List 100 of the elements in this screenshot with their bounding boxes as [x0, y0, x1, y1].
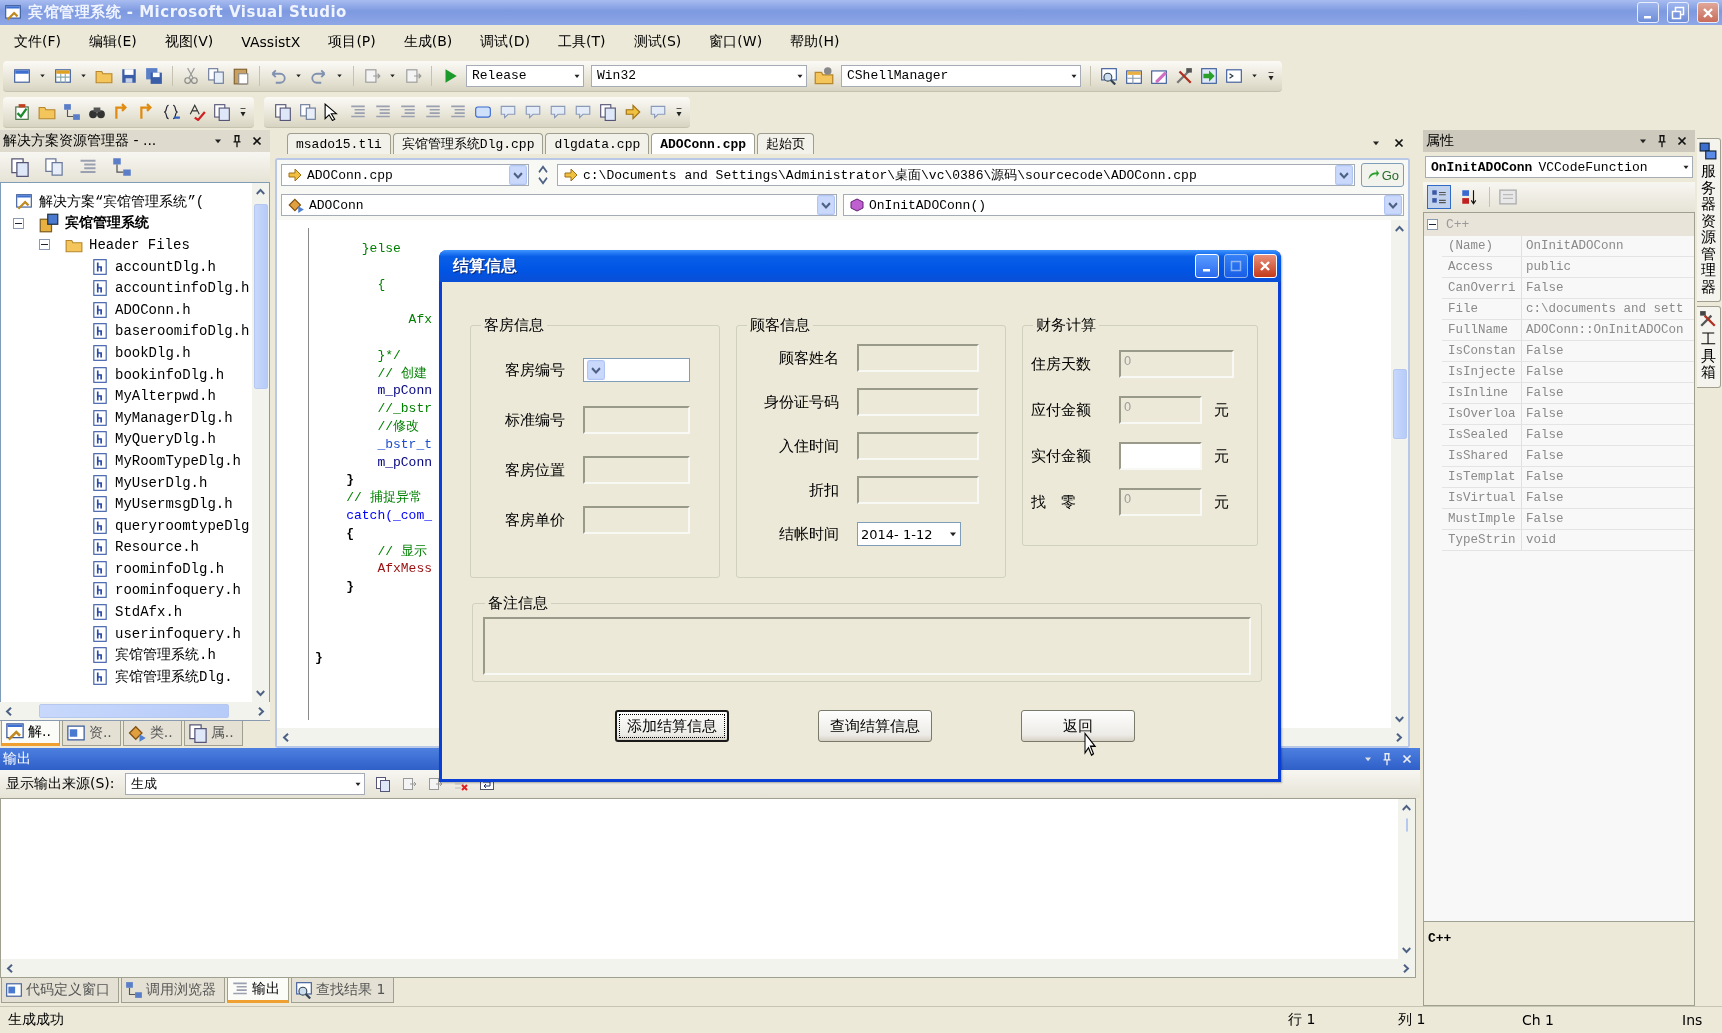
- panel-tab[interactable]: 类..: [122, 721, 182, 746]
- magnifier-window-icon[interactable]: [1100, 66, 1118, 85]
- tools-icon[interactable]: [1175, 66, 1193, 85]
- tree-item[interactable]: MyUsermsgDlg.h: [115, 496, 233, 513]
- tree-item[interactable]: bookinfoDlg.h: [115, 366, 225, 383]
- save-icon[interactable]: [120, 66, 138, 85]
- save-all-icon[interactable]: [145, 66, 163, 85]
- tree-item[interactable]: 宾馆管理系统: [65, 214, 149, 233]
- platform-dropdown[interactable]: Win32: [591, 64, 807, 87]
- tree-item[interactable]: MyQueryDlg.h: [115, 431, 216, 448]
- input-field[interactable]: [1118, 442, 1202, 470]
- menu-item[interactable]: 调试(D): [470, 29, 541, 54]
- caret-icon[interactable]: [79, 71, 88, 80]
- arrow-icon[interactable]: [1200, 66, 1218, 85]
- scrollbar-thumb[interactable]: [1392, 369, 1407, 439]
- tree-item[interactable]: MyUserDlg.h: [115, 474, 208, 491]
- panel-tab[interactable]: 查找结果 1: [291, 978, 395, 1003]
- object-dropdown[interactable]: OnInitADOConn VCCodeFunction: [1425, 156, 1693, 178]
- tree-item[interactable]: bookDlg.h: [115, 344, 191, 361]
- tree-item[interactable]: queryroomtypeDlg: [115, 517, 250, 534]
- dropdown[interactable]: [583, 358, 690, 382]
- menu-item[interactable]: 生成(B): [393, 29, 463, 54]
- scrollbar[interactable]: [1391, 220, 1408, 728]
- arrow-icon[interactable]: [287, 167, 303, 183]
- page-arrow-icon[interactable]: [426, 776, 443, 792]
- panel-tab[interactable]: 解..: [1, 721, 60, 746]
- collapse-icon[interactable]: [1427, 219, 1438, 230]
- class-dropdown[interactable]: ADOConn: [281, 194, 837, 216]
- tree-item[interactable]: Header Files: [89, 237, 190, 253]
- clipboard-icon[interactable]: [232, 66, 250, 85]
- collapse-icon[interactable]: [13, 217, 24, 229]
- tree-item[interactable]: roominfoDlg.h: [115, 560, 225, 577]
- tree-item[interactable]: Resource.h: [115, 539, 199, 556]
- tree-item[interactable]: accountinfoDlg.h: [115, 280, 250, 297]
- member-dropdown[interactable]: OnInitADOConn(): [843, 194, 1404, 216]
- close-icon[interactable]: [1675, 134, 1689, 148]
- arrow-icon[interactable]: [563, 167, 579, 183]
- close-icon[interactable]: [1392, 136, 1406, 150]
- copy-icon[interactable]: [44, 157, 64, 177]
- menu-item[interactable]: 帮助(H): [780, 29, 850, 54]
- network-icon[interactable]: [63, 102, 81, 121]
- tree-item[interactable]: MyManagerDlg.h: [115, 409, 233, 426]
- panel-tab[interactable]: 代码定义窗口: [1, 978, 119, 1003]
- tree-item[interactable]: baseroomifoDlg.h: [115, 323, 250, 340]
- file-dropdown[interactable]: ADOConn.cpp: [281, 164, 529, 186]
- dropdown-arrow-icon[interactable]: [1334, 165, 1353, 185]
- go-button[interactable]: Go: [1360, 163, 1404, 187]
- window-icon[interactable]: [1225, 66, 1243, 85]
- tree-item[interactable]: StdAfx.h: [115, 604, 183, 621]
- tree-item[interactable]: userinfoquery.h: [115, 625, 242, 642]
- copy-icon[interactable]: [207, 66, 225, 85]
- tree-item[interactable]: MyRoomTypeDlg.h: [115, 452, 242, 469]
- class-icon[interactable]: [287, 196, 305, 214]
- dialog-button[interactable]: 添加结算信息: [615, 710, 729, 742]
- scrollbar-thumb[interactable]: [253, 204, 268, 389]
- scrollbar[interactable]: [0, 702, 270, 720]
- scrollbar[interactable]: [1398, 799, 1415, 959]
- menu-item[interactable]: 视图(V): [154, 29, 224, 54]
- tree-item[interactable]: ADOConn.h: [115, 301, 191, 318]
- menu-item[interactable]: 文件(F): [4, 29, 71, 54]
- pages-icon[interactable]: [599, 102, 617, 121]
- path-dropdown[interactable]: c:\Documents and Settings\Administrator\桌面\vc\0386\源码\sourcecode\ADOConn.cpp: [557, 164, 1355, 186]
- close-icon[interactable]: [250, 134, 264, 148]
- tree-item[interactable]: 宾馆管理系统Dlg.: [115, 667, 233, 686]
- tree-item[interactable]: 解决方案“宾馆管理系统”(: [39, 192, 205, 211]
- pages-icon[interactable]: [374, 776, 391, 792]
- menu-item[interactable]: 编辑(E): [79, 29, 147, 54]
- tools-icon[interactable]: [1699, 310, 1717, 328]
- pages-icon[interactable]: [10, 157, 30, 177]
- tree-item[interactable]: 宾馆管理系统.h: [115, 646, 216, 665]
- dialog-button[interactable]: 返回: [1021, 710, 1135, 742]
- scissors-icon[interactable]: [182, 66, 200, 85]
- window-icon[interactable]: [13, 66, 31, 85]
- panel-tab[interactable]: 输出: [227, 978, 289, 1003]
- network-icon[interactable]: [112, 157, 132, 177]
- side-tab[interactable]: 工具箱: [1696, 306, 1721, 388]
- caret-icon[interactable]: [38, 71, 47, 80]
- panel-tab[interactable]: 资..: [61, 721, 121, 746]
- source-dropdown[interactable]: 生成: [124, 773, 365, 795]
- arrow-icon[interactable]: [624, 102, 642, 121]
- scrollbar[interactable]: [252, 183, 269, 702]
- class-dropdown[interactable]: CShellManager: [841, 64, 1081, 87]
- braces-icon[interactable]: [163, 102, 181, 121]
- tree-item[interactable]: roominfoquery.h: [115, 582, 242, 599]
- menu-item[interactable]: 测试(S): [623, 29, 692, 54]
- scrollbar-thumb[interactable]: [1405, 818, 1408, 832]
- menu-item[interactable]: 项目(P): [318, 29, 386, 54]
- panel-tab[interactable]: 调用浏览器: [121, 978, 225, 1003]
- pages-icon[interactable]: [213, 102, 231, 121]
- document-tab[interactable]: 宾馆管理系统Dlg.cpp: [392, 133, 544, 154]
- panel-tab[interactable]: 属..: [183, 721, 243, 746]
- side-tab[interactable]: 服务器资源管理器: [1696, 138, 1721, 302]
- folder-icon[interactable]: [814, 65, 834, 86]
- copy-icon[interactable]: [299, 102, 317, 121]
- document-tab[interactable]: 起始页: [757, 133, 815, 154]
- menu-item[interactable]: VAssistX: [231, 30, 311, 53]
- window-icon[interactable]: [54, 66, 72, 85]
- menu-item[interactable]: 工具(T): [548, 29, 616, 54]
- menu-item[interactable]: 窗口(W): [699, 29, 773, 54]
- scrollbar[interactable]: [1, 959, 1415, 977]
